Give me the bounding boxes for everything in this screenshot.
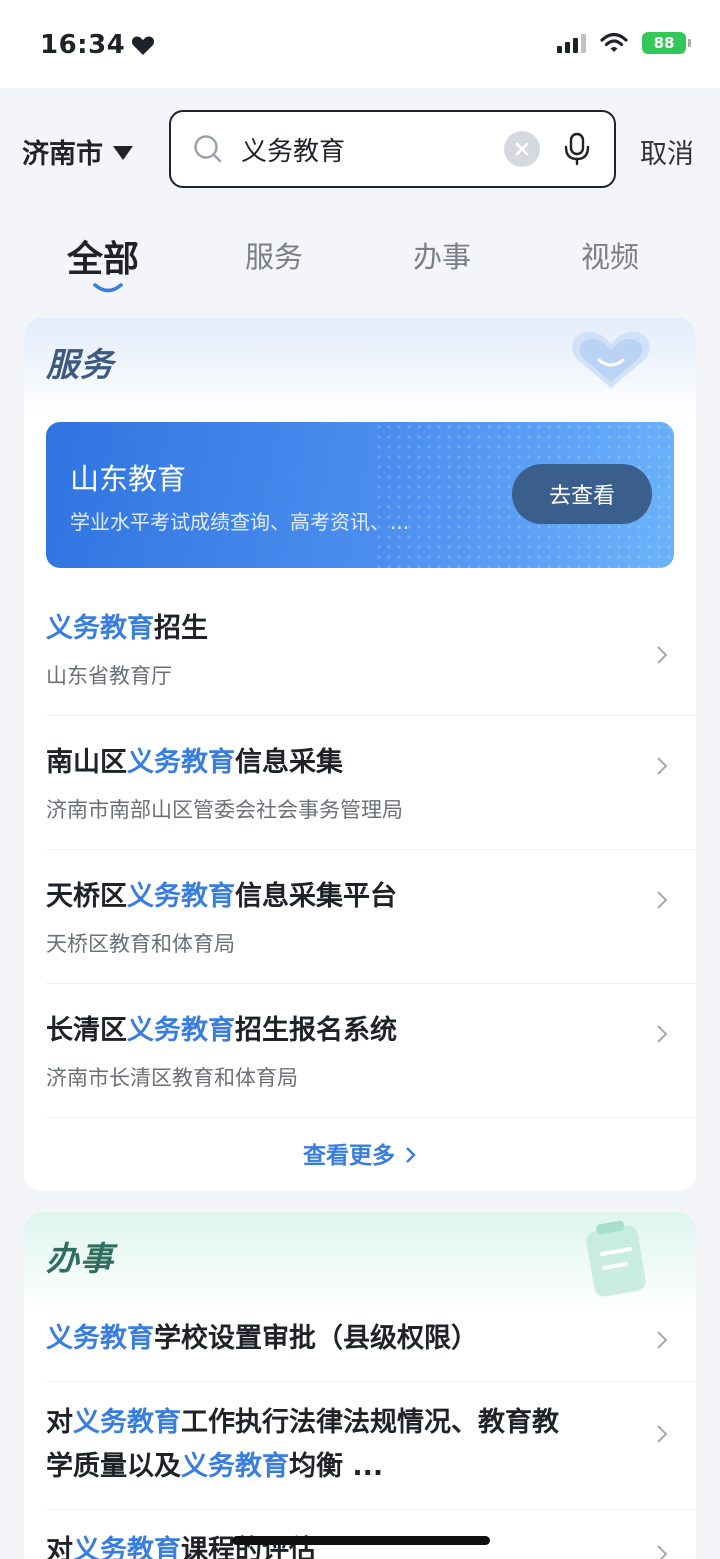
title-suffix: 招生 bbox=[154, 613, 208, 644]
affair-item-1[interactable]: 义务教育学校设置审批（县级权限） bbox=[46, 1300, 696, 1382]
time-text: 16:34 bbox=[40, 30, 126, 60]
title-suffix: 工作执行法律法规情况、教育教 bbox=[181, 1407, 559, 1438]
service-item-1[interactable]: 义务教育招生 山东省教育厅 bbox=[46, 590, 696, 716]
title-highlight: 义务教育 bbox=[127, 1015, 235, 1046]
tab-active-indicator bbox=[93, 283, 123, 293]
search-icon bbox=[194, 135, 222, 163]
services-card: 服务 山东教育 学业水平考试成绩查询、高考资讯、... 去查看 义务教育招生 山… bbox=[24, 318, 696, 1191]
search-header: 济南市 义务教育 取消 bbox=[0, 88, 720, 218]
affair-item-3[interactable]: 对义务教育课程的评估 bbox=[46, 1510, 696, 1559]
chevron-right-icon bbox=[657, 891, 668, 909]
title-highlight: 义务教育 bbox=[181, 1451, 289, 1482]
service-item-3[interactable]: 天桥区义务教育信息采集平台 天桥区教育和体育局 bbox=[46, 850, 696, 984]
clear-search-button[interactable] bbox=[504, 131, 540, 167]
view-button[interactable]: 去查看 bbox=[512, 464, 652, 524]
dropdown-triangle-icon bbox=[113, 145, 133, 160]
service-item-title: 南山区义务教育信息采集 bbox=[46, 742, 343, 784]
title-prefix: 天桥区 bbox=[46, 881, 127, 912]
tab-services[interactable]: 服务 bbox=[245, 234, 303, 276]
home-indicator[interactable] bbox=[232, 1536, 490, 1545]
service-item-2[interactable]: 南山区义务教育信息采集 济南市南部山区管委会社会事务管理局 bbox=[46, 716, 696, 850]
services-header: 服务 bbox=[24, 318, 696, 418]
tab-all[interactable]: 全部 bbox=[67, 230, 139, 282]
service-item-subtitle: 济南市长清区教育和体育局 bbox=[46, 1066, 298, 1090]
title-prefix: 对 bbox=[46, 1407, 73, 1438]
heart-icon bbox=[132, 36, 155, 55]
chevron-right-icon bbox=[657, 1425, 668, 1443]
title-suffix: 信息采集 bbox=[235, 747, 343, 778]
title-prefix: 对 bbox=[46, 1535, 73, 1559]
affairs-title: 办事 bbox=[46, 1239, 114, 1278]
banner-title: 山东教育 bbox=[70, 462, 187, 496]
cancel-button[interactable]: 取消 bbox=[640, 132, 694, 171]
title-suffix: 均衡 ... bbox=[289, 1451, 384, 1482]
view-more-label: 查看更多 bbox=[302, 1143, 395, 1169]
title-suffix: 招生报名系统 bbox=[235, 1015, 397, 1046]
battery-icon: 88 bbox=[642, 32, 691, 54]
chevron-right-icon bbox=[657, 646, 668, 664]
chevron-right-icon bbox=[657, 1545, 668, 1559]
service-item-title: 长清区义务教育招生报名系统 bbox=[46, 1010, 397, 1052]
chevron-right-icon bbox=[657, 757, 668, 775]
title-prefix: 长清区 bbox=[46, 1015, 127, 1046]
service-item-subtitle: 天桥区教育和体育局 bbox=[46, 932, 235, 956]
affair-item-title-line2: 学质量以及义务教育均衡 ... bbox=[46, 1446, 383, 1488]
chevron-right-icon bbox=[406, 1147, 416, 1163]
title-prefix: 学质量以及 bbox=[46, 1451, 181, 1482]
title-highlight: 义务教育 bbox=[127, 881, 235, 912]
chevron-right-icon bbox=[657, 1331, 668, 1349]
title-highlight: 义务教育 bbox=[127, 747, 235, 778]
signal-icon bbox=[557, 33, 586, 53]
affairs-card: 办事 义务教育学校设置审批（县级权限） 对义务教育工作执行法律法规情况、教育教 … bbox=[24, 1212, 696, 1559]
city-label: 济南市 bbox=[22, 139, 103, 170]
service-item-subtitle: 济南市南部山区管委会社会事务管理局 bbox=[46, 798, 403, 822]
service-item-title: 天桥区义务教育信息采集平台 bbox=[46, 876, 397, 918]
title-prefix: 南山区 bbox=[46, 747, 127, 778]
affair-item-title-line1: 对义务教育工作执行法律法规情况、教育教 bbox=[46, 1402, 559, 1444]
shandong-education-banner[interactable]: 山东教育 学业水平考试成绩查询、高考资讯、... 去查看 bbox=[46, 422, 674, 568]
title-highlight: 义务教育 bbox=[46, 1323, 154, 1354]
title-highlight: 义务教育 bbox=[46, 613, 154, 644]
microphone-icon[interactable] bbox=[562, 132, 592, 166]
affair-item-2[interactable]: 对义务教育工作执行法律法规情况、教育教 学质量以及义务教育均衡 ... bbox=[46, 1382, 696, 1510]
search-input[interactable]: 义务教育 bbox=[241, 131, 504, 168]
services-title: 服务 bbox=[46, 345, 114, 384]
view-more-link[interactable]: 查看更多 bbox=[24, 1136, 696, 1170]
title-suffix: 学校设置审批（县级权限） bbox=[154, 1323, 478, 1354]
banner-subtitle: 学业水平考试成绩查询、高考资讯、... bbox=[70, 510, 410, 534]
chevron-right-icon bbox=[657, 1025, 668, 1043]
service-item-subtitle: 山东省教育厅 bbox=[46, 664, 172, 688]
title-suffix: 信息采集平台 bbox=[235, 881, 397, 912]
wifi-icon bbox=[600, 32, 628, 52]
city-selector[interactable]: 济南市 bbox=[22, 132, 133, 171]
search-box[interactable]: 义务教育 bbox=[169, 110, 616, 188]
heart-badge-icon bbox=[572, 331, 650, 388]
status-bar: 16:34 88 bbox=[0, 0, 720, 88]
affairs-header: 办事 bbox=[24, 1212, 696, 1312]
service-item-4[interactable]: 长清区义务教育招生报名系统 济南市长清区教育和体育局 bbox=[46, 984, 696, 1118]
tab-affairs[interactable]: 办事 bbox=[413, 234, 471, 276]
affair-item-title: 义务教育学校设置审批（县级权限） bbox=[46, 1318, 478, 1360]
category-tabs: 全部 服务 办事 视频 bbox=[0, 220, 720, 310]
title-highlight: 义务教育 bbox=[73, 1535, 181, 1559]
view-button-label: 去查看 bbox=[548, 484, 615, 509]
close-icon bbox=[515, 142, 529, 156]
tab-videos[interactable]: 视频 bbox=[581, 234, 639, 276]
document-badge-icon bbox=[586, 1220, 646, 1297]
battery-level: 88 bbox=[653, 34, 675, 52]
title-highlight: 义务教育 bbox=[73, 1407, 181, 1438]
status-time: 16:34 bbox=[40, 30, 155, 60]
service-item-title: 义务教育招生 bbox=[46, 608, 208, 650]
